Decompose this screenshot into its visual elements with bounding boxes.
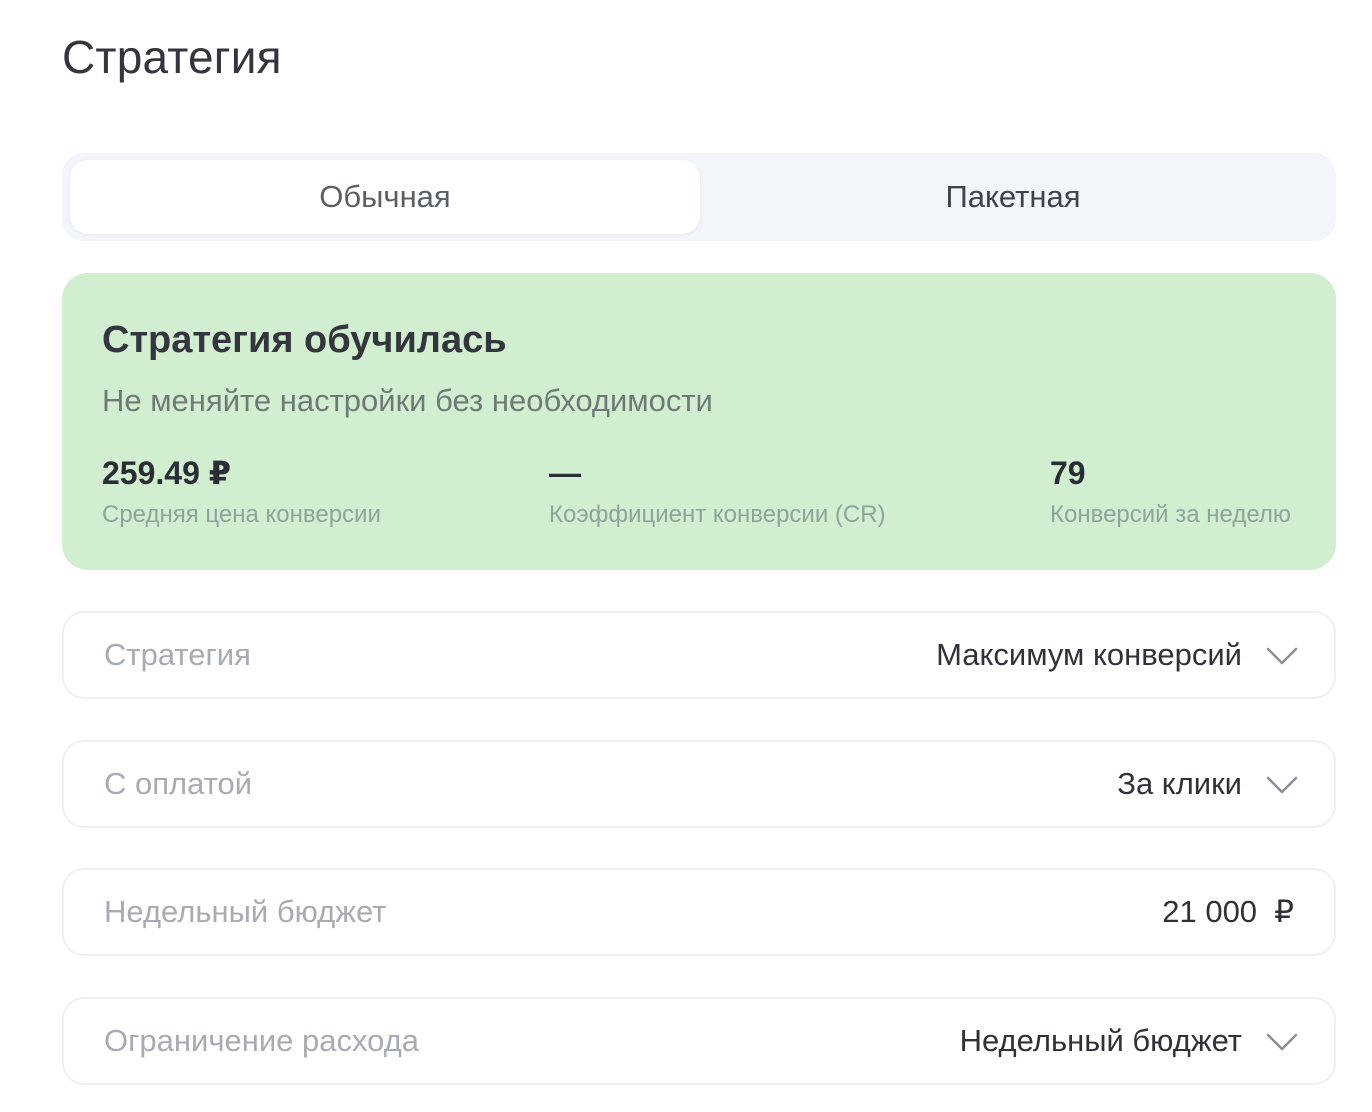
- page-title: Стратегия: [62, 31, 282, 83]
- field-value: Недельный бюджет: [959, 1023, 1242, 1058]
- metric-value: —: [549, 455, 581, 491]
- chevron-down-icon: [1266, 776, 1298, 794]
- spend-limit-select[interactable]: Ограничение расхода Недельный бюджет: [62, 997, 1336, 1085]
- field-label: Стратегия: [104, 637, 251, 672]
- field-value: Максимум конверсий: [936, 637, 1242, 672]
- metric-weekly-conversions: 79 Конверсий за неделю: [1050, 453, 1291, 529]
- field-label: С оплатой: [104, 766, 253, 801]
- strategy-status-card: Стратегия обучилась Не меняйте настройки…: [62, 273, 1336, 570]
- status-subtitle: Не меняйте настройки без необходимости: [102, 383, 713, 418]
- metric-label: Коэффициент конверсии (CR): [549, 501, 886, 528]
- metric-label: Конверсий за неделю: [1050, 501, 1291, 528]
- tab-regular[interactable]: Обычная: [70, 160, 700, 234]
- field-label: Ограничение расхода: [104, 1023, 420, 1058]
- status-title: Стратегия обучилась: [102, 319, 507, 361]
- field-label: Недельный бюджет: [104, 894, 387, 929]
- metric-value: 79: [1050, 455, 1086, 491]
- field-value: За клики: [1117, 766, 1242, 801]
- chevron-down-icon: [1266, 1033, 1298, 1051]
- payment-type-select[interactable]: С оплатой За клики: [62, 740, 1336, 828]
- metric-conversion-rate: — Коэффициент конверсии (CR): [549, 453, 886, 529]
- metric-label: Средняя цена конверсии: [102, 501, 381, 528]
- strategy-select[interactable]: Стратегия Максимум конверсий: [62, 611, 1336, 699]
- chevron-down-icon: [1266, 647, 1298, 665]
- field-value: 21 000 ₽: [1162, 894, 1294, 929]
- tab-package[interactable]: Пакетная: [698, 160, 1328, 234]
- weekly-budget-input[interactable]: Недельный бюджет 21 000 ₽: [62, 868, 1336, 956]
- metric-avg-conversion-cost: 259.49 ₽ Средняя цена конверсии: [102, 453, 381, 529]
- strategy-type-tabs: Обычная Пакетная: [62, 153, 1336, 241]
- metric-value: 259.49 ₽: [102, 455, 232, 491]
